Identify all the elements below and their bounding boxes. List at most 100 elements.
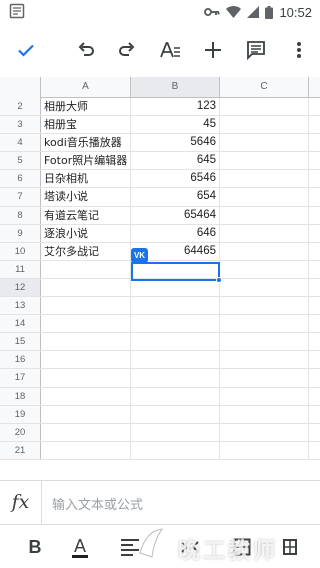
column-header-c[interactable]: C [220, 77, 309, 97]
cell-a[interactable]: 有道云笔记 [41, 206, 131, 224]
select-all-corner[interactable] [0, 77, 41, 98]
cell-b[interactable]: 646 [131, 224, 220, 242]
cell-a[interactable]: kodi音乐播放器 [41, 134, 131, 152]
cell-c[interactable] [220, 152, 309, 170]
cell-c[interactable] [220, 387, 309, 405]
cell-b[interactable] [131, 278, 220, 297]
cell-c[interactable] [220, 405, 309, 423]
cell-b[interactable]: 5646 [131, 134, 220, 152]
done-button[interactable] [12, 36, 40, 64]
row-header[interactable]: 14 [0, 315, 41, 333]
cell-c[interactable] [220, 278, 309, 297]
cell-a[interactable] [41, 387, 131, 405]
row-header[interactable]: 20 [0, 423, 41, 441]
undo-button[interactable] [72, 36, 100, 64]
row-header[interactable]: 4 [0, 134, 41, 152]
cell-c[interactable] [220, 242, 309, 260]
cell-a[interactable] [41, 278, 131, 297]
cell-c[interactable] [220, 224, 309, 242]
cell-a[interactable]: 塔读小说 [41, 188, 131, 206]
cell-b[interactable] [131, 297, 220, 315]
text-format-button[interactable] [156, 36, 184, 64]
column-header-b[interactable]: B [131, 77, 220, 97]
row-header[interactable]: 18 [0, 387, 41, 405]
cell-b[interactable] [131, 387, 220, 405]
cell-b[interactable]: 645 [131, 152, 220, 170]
cell-a[interactable]: 艾尔多战记 [41, 242, 131, 260]
cell-c[interactable] [220, 98, 309, 116]
cell-c[interactable] [220, 333, 309, 351]
cell-c[interactable] [220, 170, 309, 188]
row-header[interactable]: 8 [0, 206, 41, 224]
cell-a[interactable] [41, 351, 131, 369]
cell-a[interactable] [41, 315, 131, 333]
cell-c[interactable] [220, 116, 309, 134]
cell-a[interactable]: 相册宝 [41, 116, 131, 134]
row-header[interactable]: 5 [0, 152, 41, 170]
align-button[interactable] [116, 533, 144, 561]
bold-button[interactable]: B [21, 533, 49, 561]
cell-a[interactable] [41, 260, 131, 278]
row-header[interactable]: 17 [0, 369, 41, 387]
cell-b[interactable]: 65464 [131, 206, 220, 224]
cell-a[interactable] [41, 297, 131, 315]
selected-cell-b12[interactable] [131, 262, 220, 281]
cell-a[interactable]: 日杂相机 [41, 170, 131, 188]
cell-a[interactable] [41, 369, 131, 387]
fill-color-button[interactable] [276, 533, 304, 561]
cell-a[interactable] [41, 333, 131, 351]
cell-b[interactable] [131, 315, 220, 333]
row-header[interactable]: 15 [0, 333, 41, 351]
row-header[interactable]: 19 [0, 405, 41, 423]
row-header[interactable]: 3 [0, 116, 41, 134]
cell-b[interactable] [131, 441, 220, 459]
column-header-a[interactable]: A [41, 77, 131, 97]
row-header[interactable]: 12 [0, 278, 41, 297]
row-header[interactable]: 16 [0, 351, 41, 369]
cell-c[interactable] [220, 260, 309, 278]
row-header[interactable]: 13 [0, 297, 41, 315]
cell-b[interactable]: 6546 [131, 170, 220, 188]
selection-drag-handle[interactable] [216, 277, 222, 283]
merge-button[interactable] [176, 533, 204, 561]
cell-b[interactable]: 45 [131, 116, 220, 134]
text-color-button[interactable]: A [66, 533, 94, 561]
cell-a[interactable]: Fotor照片编辑器 [41, 152, 131, 170]
cell-a[interactable] [41, 423, 131, 441]
cell-b[interactable]: 123 [131, 98, 220, 116]
row-header[interactable]: 7 [0, 188, 41, 206]
cell-c[interactable] [220, 206, 309, 224]
cell-b[interactable]: 654 [131, 188, 220, 206]
redo-button[interactable] [113, 36, 141, 64]
cell-b[interactable] [131, 369, 220, 387]
cell-b[interactable] [131, 405, 220, 423]
formula-input[interactable]: 输入文本或公式 [52, 494, 143, 513]
cell-a[interactable]: 逐浪小说 [41, 224, 131, 242]
cell-c[interactable] [220, 423, 309, 441]
cell-a[interactable] [41, 405, 131, 423]
row-header[interactable]: 2 [0, 98, 41, 116]
row-header[interactable]: 11 [0, 260, 41, 278]
more-options-button[interactable] [285, 36, 313, 64]
cell-c[interactable] [220, 351, 309, 369]
borders-button[interactable] [228, 533, 256, 561]
insert-button[interactable] [199, 36, 227, 64]
cell-c[interactable] [220, 441, 309, 459]
cell-c[interactable] [220, 188, 309, 206]
row-header[interactable]: 10 [0, 242, 41, 260]
row-header[interactable]: 6 [0, 170, 41, 188]
vk-chip-icon[interactable]: VK [131, 248, 148, 263]
cell-c[interactable] [220, 134, 309, 152]
cell-b[interactable] [131, 351, 220, 369]
cell-c[interactable] [220, 369, 309, 387]
cell-c[interactable] [220, 315, 309, 333]
comment-button[interactable] [242, 36, 270, 64]
row-header[interactable]: 21 [0, 441, 41, 459]
row-header[interactable]: 9 [0, 224, 41, 242]
function-icon[interactable]: fx [0, 481, 42, 525]
cell-c[interactable] [220, 297, 309, 315]
cell-b[interactable] [131, 333, 220, 351]
cell-a[interactable]: 相册大师 [41, 98, 131, 116]
cell-b[interactable] [131, 423, 220, 441]
spreadsheet-grid[interactable]: A B C 2 相册大师 123 3 相册宝 45 4 kodi音乐播放器 5646 5 Fotor… [0, 77, 320, 480]
